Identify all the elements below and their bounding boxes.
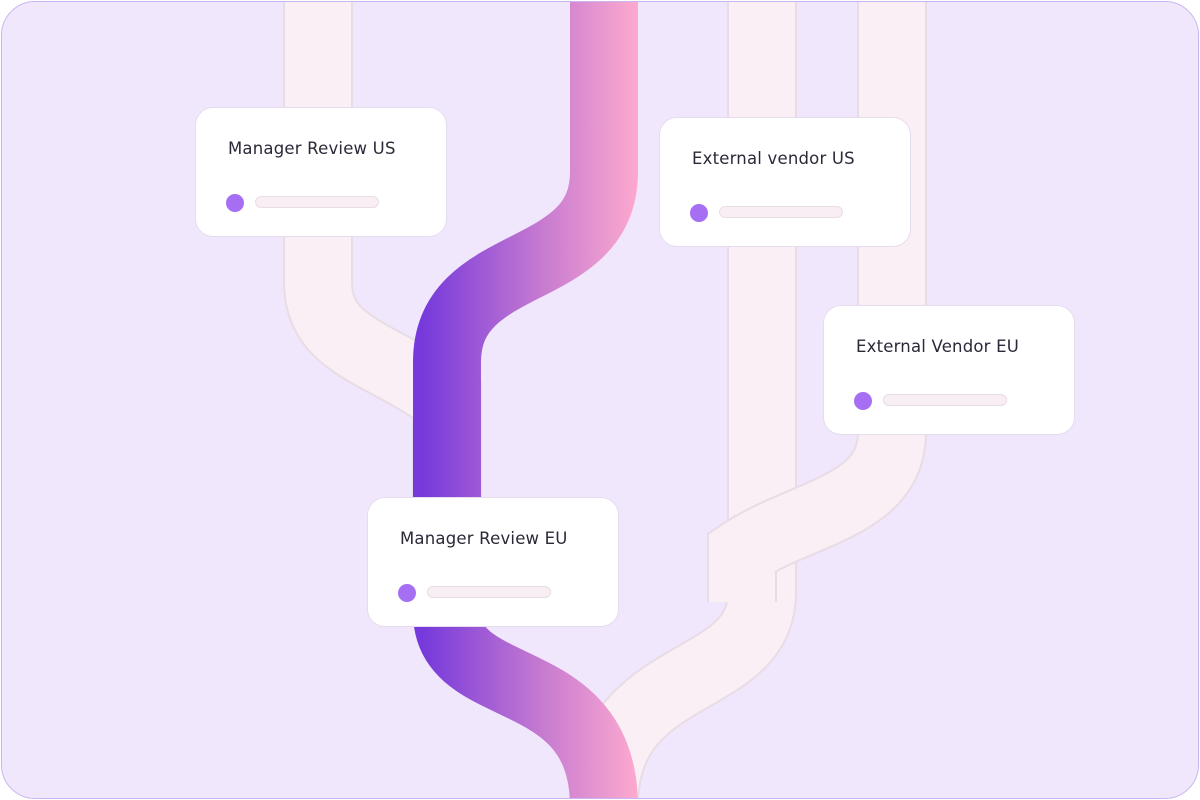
progress-placeholder-bar: [883, 394, 1007, 406]
progress-placeholder-bar: [255, 196, 379, 208]
card-title: External vendor US: [692, 149, 855, 168]
card-title: Manager Review EU: [400, 529, 568, 548]
status-dot-icon: [690, 204, 708, 222]
progress-placeholder-bar: [719, 206, 843, 218]
workflow-card-manager-us[interactable]: Manager Review US: [195, 107, 447, 237]
workflow-card-manager-eu[interactable]: Manager Review EU: [367, 497, 619, 627]
status-dot-icon: [854, 392, 872, 410]
workflow-card-external-us[interactable]: External vendor US: [659, 117, 911, 247]
workflow-card-external-eu[interactable]: External Vendor EU: [823, 305, 1075, 435]
status-dot-icon: [398, 584, 416, 602]
progress-placeholder-bar: [427, 586, 551, 598]
workflow-canvas: Manager Review US External vendor US Ext…: [1, 1, 1199, 799]
status-dot-icon: [226, 194, 244, 212]
card-title: External Vendor EU: [856, 337, 1020, 356]
flow-active-path: [413, 2, 638, 798]
card-title: Manager Review US: [228, 139, 396, 158]
